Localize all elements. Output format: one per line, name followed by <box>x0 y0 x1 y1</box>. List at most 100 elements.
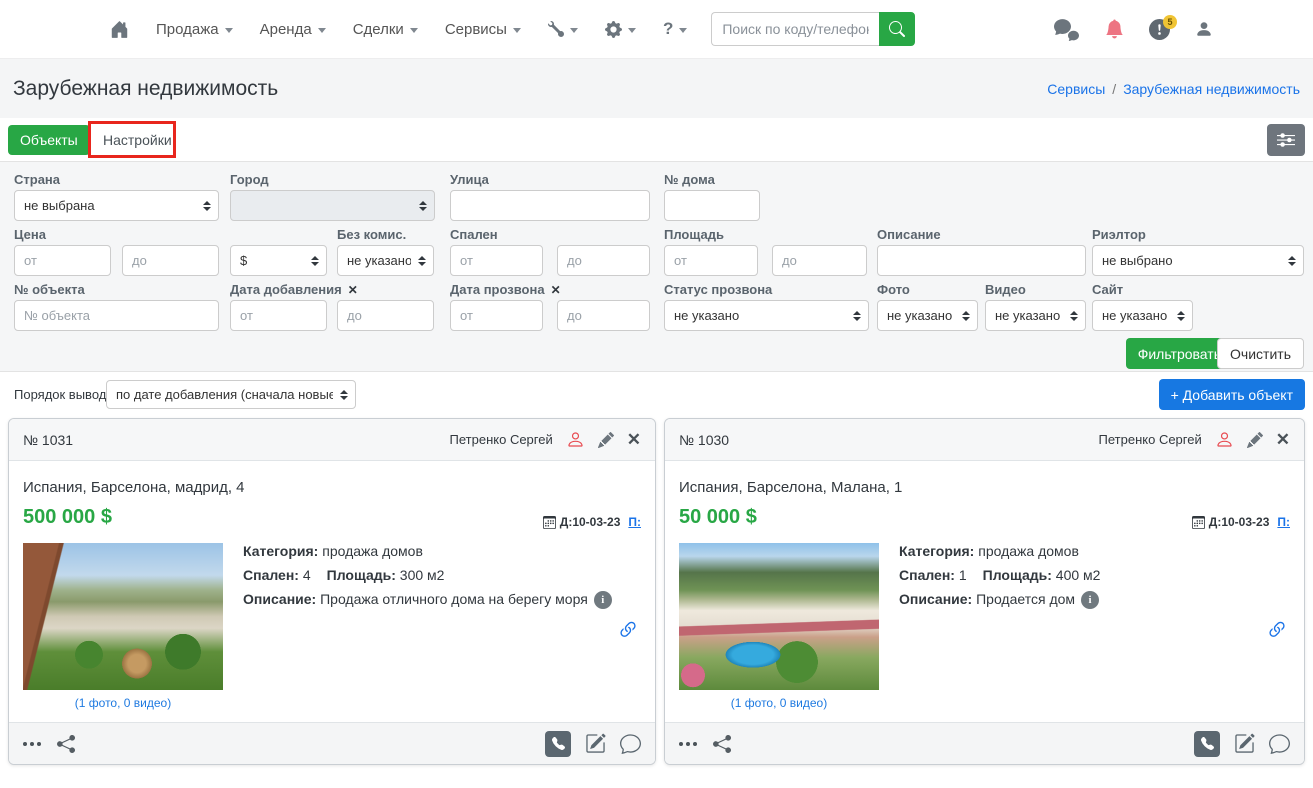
country-select[interactable]: не выбрана <box>14 190 219 221</box>
property-photo[interactable] <box>679 543 879 690</box>
date-added-to-input[interactable] <box>337 300 434 331</box>
menu-rent[interactable]: Аренда <box>260 21 326 38</box>
comment-icon[interactable] <box>1269 733 1290 754</box>
chevron-down-icon <box>679 28 687 33</box>
clear-date-called-icon[interactable]: ✕ <box>551 283 561 297</box>
edit-icon[interactable] <box>1247 432 1263 448</box>
street-input[interactable] <box>450 190 650 221</box>
object-number: № 1031 <box>23 432 73 448</box>
clear-date-added-icon[interactable]: ✕ <box>348 283 358 297</box>
object-number: № 1030 <box>679 432 729 448</box>
close-icon[interactable]: ✕ <box>1276 431 1290 448</box>
chevron-down-icon <box>628 28 636 33</box>
bedrooms-from-input[interactable] <box>450 245 543 276</box>
phone-icon <box>1201 737 1214 750</box>
menu-sales[interactable]: Продажа <box>156 21 233 38</box>
chevron-down-icon <box>513 28 521 33</box>
notifications-bell-icon[interactable] <box>1105 19 1124 39</box>
top-navbar: Продажа Аренда Сделки Сервисы ? <box>0 0 1313 58</box>
close-icon[interactable]: ✕ <box>627 431 641 448</box>
gear-icon <box>605 21 622 38</box>
city-select[interactable] <box>230 190 435 221</box>
calendar-icon <box>1192 516 1205 529</box>
date-added-from-input[interactable] <box>230 300 327 331</box>
select-arrows-icon <box>419 201 427 211</box>
bedrooms-to-input[interactable] <box>557 245 650 276</box>
currency-select[interactable]: $ <box>230 245 327 276</box>
comment-icon[interactable] <box>620 733 641 754</box>
price-to-input[interactable] <box>122 245 219 276</box>
select-arrows-icon <box>1288 256 1296 266</box>
chevron-down-icon <box>410 28 418 33</box>
menu-services[interactable]: Сервисы <box>445 21 521 38</box>
date-added: Д:10-03-23 <box>1209 515 1270 529</box>
edit-note-icon[interactable] <box>585 733 606 754</box>
property-photo[interactable] <box>23 543 223 690</box>
card-footer <box>665 722 1304 764</box>
messages-icon[interactable] <box>1052 18 1080 40</box>
search-button[interactable] <box>879 12 915 46</box>
agent-name: Петренко Сергей <box>450 432 553 447</box>
realtor-select[interactable]: не выбрано <box>1092 245 1304 276</box>
agent-icon[interactable] <box>566 430 585 449</box>
area-to-input[interactable] <box>772 245 867 276</box>
description-input[interactable] <box>877 245 1086 276</box>
add-object-button[interactable]: + Добавить объект <box>1159 379 1305 410</box>
clear-button[interactable]: Очистить <box>1217 338 1304 369</box>
share-icon[interactable] <box>57 735 75 753</box>
photo-select[interactable]: не указано <box>877 300 978 331</box>
sort-row: Порядок вывода по дате добавления (снача… <box>0 372 1313 418</box>
link-icon[interactable] <box>1266 619 1288 641</box>
sort-label: Порядок вывода <box>14 387 114 402</box>
price-from-input[interactable] <box>14 245 111 276</box>
home-icon[interactable] <box>110 20 129 39</box>
object-number-input[interactable] <box>14 300 219 331</box>
date-called-from-input[interactable] <box>450 300 543 331</box>
site-select[interactable]: не указано <box>1092 300 1193 331</box>
card-header: № 1031 Петренко Сергей ✕ <box>9 419 655 461</box>
tab-objects[interactable]: Объекты <box>8 125 90 155</box>
menu-tools[interactable] <box>548 21 578 37</box>
profile-icon[interactable] <box>1195 20 1213 38</box>
call-date-link[interactable]: П: <box>1277 515 1290 529</box>
edit-note-icon[interactable] <box>1234 733 1255 754</box>
breadcrumb-services-link[interactable]: Сервисы <box>1047 81 1105 97</box>
search-input[interactable] <box>711 12 879 46</box>
menu-settings[interactable] <box>605 21 636 38</box>
call-button[interactable] <box>545 731 571 757</box>
question-icon: ? <box>663 19 673 39</box>
agent-name: Петренко Сергей <box>1099 432 1202 447</box>
description-value: Продажа отличного дома на берегу моря <box>320 591 588 607</box>
more-actions-icon[interactable] <box>23 735 41 753</box>
link-icon[interactable] <box>617 619 639 641</box>
tab-settings[interactable]: Настройки <box>103 132 172 148</box>
bedrooms-value: 1 <box>959 567 967 583</box>
select-arrows-icon <box>340 390 348 400</box>
search-icon <box>889 21 905 37</box>
call-button[interactable] <box>1194 731 1220 757</box>
call-date-link[interactable]: П: <box>628 515 641 529</box>
edit-icon[interactable] <box>598 432 614 448</box>
filter-toggle-button[interactable] <box>1267 124 1305 156</box>
share-icon[interactable] <box>713 735 731 753</box>
property-card: № 1030 Петренко Сергей ✕ Испания, Барсел… <box>664 418 1305 765</box>
media-count-link[interactable]: (1 фото, 0 видео) <box>23 696 223 710</box>
alerts-icon[interactable]: 5 <box>1149 19 1170 40</box>
menu-help[interactable]: ? <box>663 19 687 39</box>
video-select[interactable]: не указано <box>985 300 1086 331</box>
area-from-input[interactable] <box>664 245 758 276</box>
calendar-icon <box>543 516 556 529</box>
call-status-select[interactable]: не указано <box>664 300 869 331</box>
house-number-input[interactable] <box>664 190 760 221</box>
agent-icon[interactable] <box>1215 430 1234 449</box>
media-count-link[interactable]: (1 фото, 0 видео) <box>679 696 879 710</box>
date-called-to-input[interactable] <box>557 300 650 331</box>
no-commission-select[interactable]: не указано <box>337 245 434 276</box>
sort-select[interactable]: по дате добавления (сначала новые) <box>106 380 356 409</box>
breadcrumb-current-link[interactable]: Зарубежная недвижимость <box>1123 81 1300 97</box>
info-icon[interactable]: i <box>1081 591 1099 609</box>
area-value: 400 м2 <box>1056 567 1101 583</box>
menu-deals[interactable]: Сделки <box>353 21 418 38</box>
info-icon[interactable]: i <box>594 591 612 609</box>
more-actions-icon[interactable] <box>679 735 697 753</box>
